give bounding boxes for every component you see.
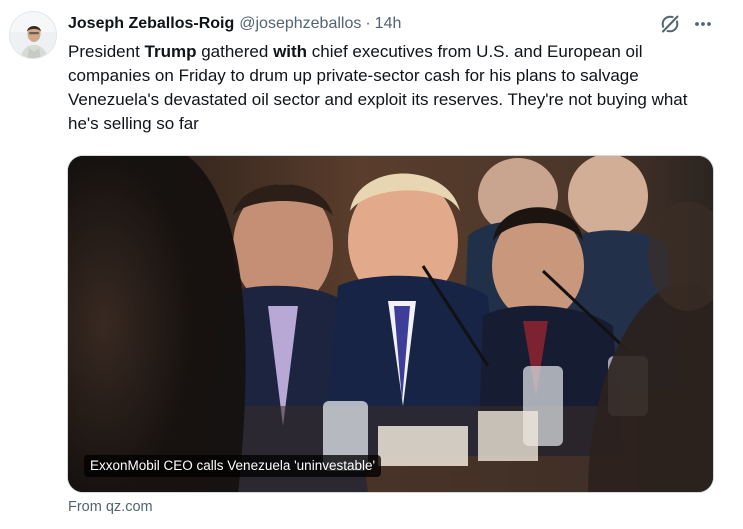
more-icon[interactable]: [692, 13, 714, 35]
tweet-text: President Trump gathered with chief exec…: [68, 40, 718, 136]
tweet-text-bold: Trump: [144, 42, 197, 61]
tweet[interactable]: Joseph Zeballos-Roig @josephzeballos · 1…: [0, 0, 743, 529]
author-handle[interactable]: @josephzeballos: [239, 15, 361, 33]
grok-icon[interactable]: [659, 13, 681, 35]
author-name[interactable]: Joseph Zeballos-Roig: [68, 15, 234, 33]
tweet-text-bold: with: [273, 42, 308, 61]
tweet-header: Joseph Zeballos-Roig @josephzeballos · 1…: [68, 13, 401, 35]
card-source[interactable]: From qz.com: [68, 499, 153, 515]
tweet-text-segment: gathered: [196, 42, 274, 61]
link-card-image[interactable]: [67, 155, 714, 493]
avatar[interactable]: [9, 11, 57, 59]
card-caption[interactable]: ExxonMobil CEO calls Venezuela 'uninvest…: [84, 455, 382, 477]
timestamp[interactable]: 14h: [375, 15, 402, 33]
tweet-text-segment: President: [68, 42, 145, 61]
separator-dot: ·: [365, 15, 371, 32]
